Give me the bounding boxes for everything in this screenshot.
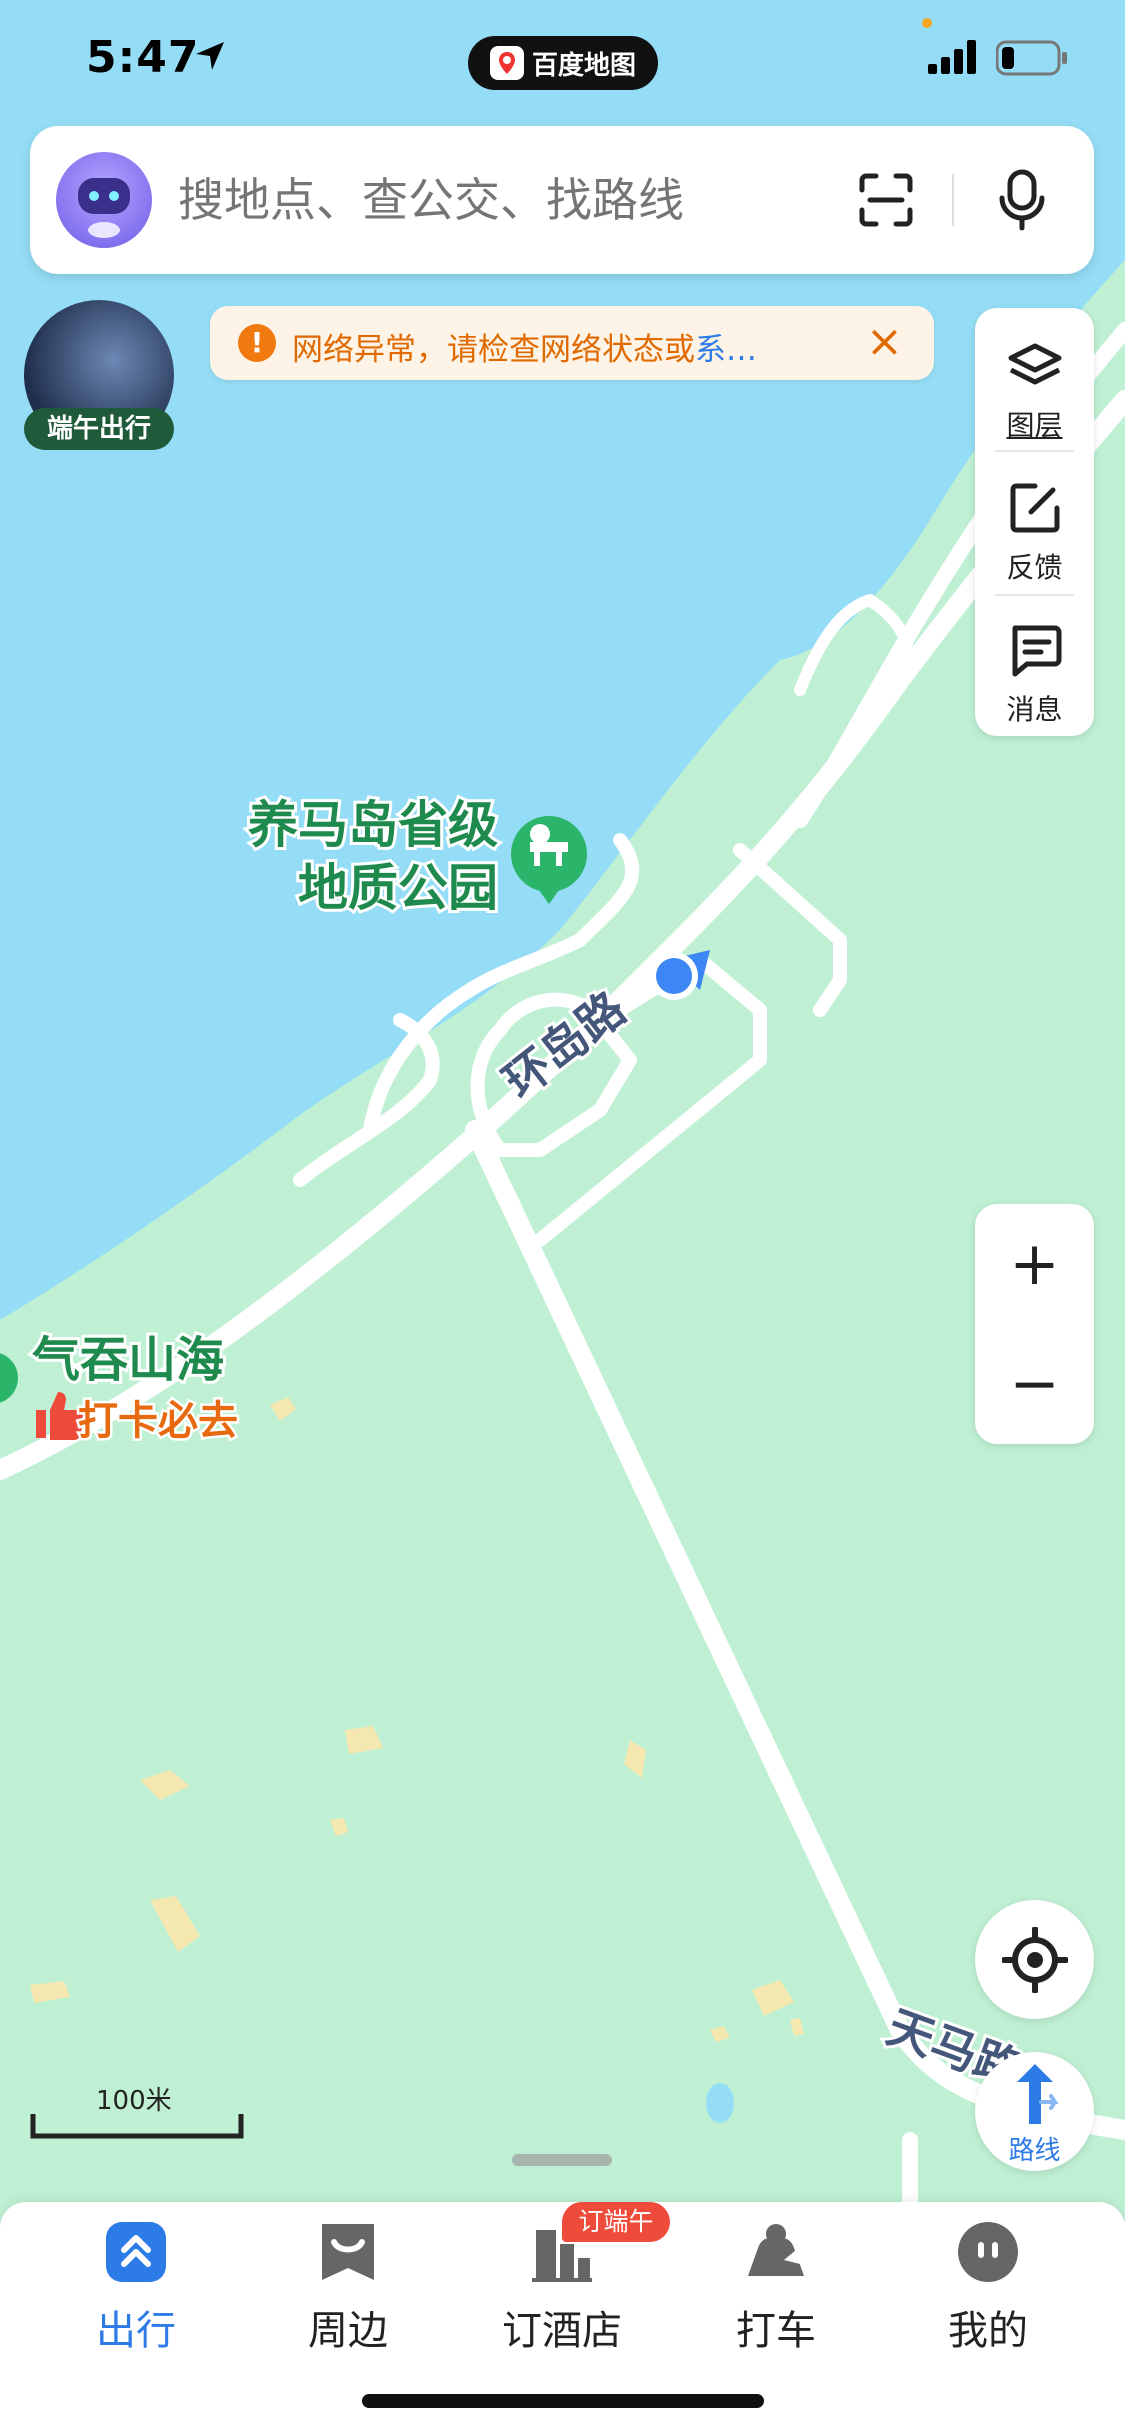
bench-icon-leg <box>556 852 562 866</box>
warning-icon: ! <box>238 324 276 362</box>
tab-travel-label: 出行 <box>96 2308 176 2354</box>
microphone-icon[interactable] <box>994 168 1050 232</box>
route-arrow-icon <box>1017 2064 1059 2124</box>
scenic-name: 气吞山海 <box>32 1332 224 1388</box>
panel-divider <box>995 594 1074 596</box>
messages-label: 消息 <box>1006 693 1063 726</box>
zoom-controls: + − <box>975 1204 1094 1444</box>
edit-icon <box>1010 483 1060 533</box>
tree-icon <box>530 824 550 844</box>
app-indicator-pill[interactable]: 百度地图 <box>468 36 658 90</box>
tab-nearby-label: 周边 <box>308 2308 388 2354</box>
sheet-drag-handle[interactable] <box>512 2154 612 2166</box>
baidu-map-app-icon <box>489 46 524 80</box>
tab-taxi-label: 打车 <box>736 2308 816 2354</box>
park-pin-icon[interactable] <box>511 816 587 892</box>
hotel-promo-badge: 订端午 <box>562 2202 670 2242</box>
assistant-robot-icon[interactable] <box>56 152 152 248</box>
panel-divider <box>995 450 1074 452</box>
location-arrow-icon <box>196 42 224 70</box>
status-bar: 5:47 百度地图 <box>0 0 1125 120</box>
feedback-label: 反馈 <box>1006 551 1063 584</box>
tab-taxi[interactable]: 打车 <box>676 2202 876 2402</box>
locate-me-button[interactable] <box>975 1900 1094 2019</box>
map-tools-panel: 图层 反馈 消息 <box>975 308 1094 736</box>
cellular-signal-icon <box>928 40 976 74</box>
tab-profile[interactable]: 我的 <box>888 2202 1088 2402</box>
close-icon[interactable]: × <box>866 316 903 367</box>
messages-button[interactable]: 消息 <box>975 602 1094 742</box>
tab-nearby[interactable]: 周边 <box>248 2202 448 2402</box>
bench-icon-leg <box>534 852 540 866</box>
layers-label: 图层 <box>1006 409 1063 442</box>
map-scale: 100米 <box>30 2080 244 2140</box>
search-bar[interactable] <box>30 126 1094 274</box>
search-input[interactable] <box>178 170 818 230</box>
route-button[interactable]: 路线 <box>975 2052 1094 2171</box>
tab-travel[interactable]: 出行 <box>36 2202 236 2402</box>
nearby-icon <box>322 2224 374 2280</box>
app-indicator-label: 百度地图 <box>531 50 636 81</box>
home-indicator[interactable] <box>362 2394 764 2408</box>
scan-icon[interactable] <box>858 172 914 228</box>
feedback-button[interactable]: 反馈 <box>975 460 1094 600</box>
scale-bar <box>30 2114 244 2139</box>
crosshair-icon <box>1002 1927 1068 1993</box>
taxi-icon <box>748 2224 804 2276</box>
profile-icon <box>958 2222 1018 2282</box>
message-icon <box>1012 625 1062 677</box>
bench-icon <box>530 842 568 852</box>
scenic-tag: 打卡必去 <box>78 1398 238 1444</box>
layers-button[interactable]: 图层 <box>975 318 1094 458</box>
travel-icon <box>106 2222 166 2282</box>
status-time: 5:47 <box>86 32 200 83</box>
location-dot-core <box>656 958 692 994</box>
alert-link[interactable]: 系… <box>695 332 757 368</box>
layers-icon <box>1008 343 1062 385</box>
route-label: 路线 <box>1008 2136 1061 2166</box>
park-name-line2: 地质公园 <box>298 859 498 917</box>
small-pond <box>706 2083 734 2123</box>
battery-icon <box>996 40 1067 76</box>
park-name-line1: 养马岛省级 <box>248 796 498 854</box>
festival-label: 端午出行 <box>24 408 174 450</box>
zoom-in-button[interactable]: + <box>975 1204 1094 1324</box>
zoom-out-button[interactable]: − <box>975 1324 1094 1444</box>
privacy-indicator-dot <box>922 18 932 28</box>
alert-text: 网络异常，请检查网络状态或 <box>292 332 695 368</box>
festival-travel-badge[interactable]: 端午出行 <box>24 300 174 450</box>
network-alert-banner[interactable]: ! 网络异常，请检查网络状态或系… × <box>210 306 934 380</box>
alert-message: 网络异常，请检查网络状态或系… <box>292 324 757 369</box>
tab-profile-label: 我的 <box>948 2308 1028 2354</box>
tab-hotel-label: 订酒店 <box>502 2308 622 2354</box>
search-divider <box>952 174 954 226</box>
